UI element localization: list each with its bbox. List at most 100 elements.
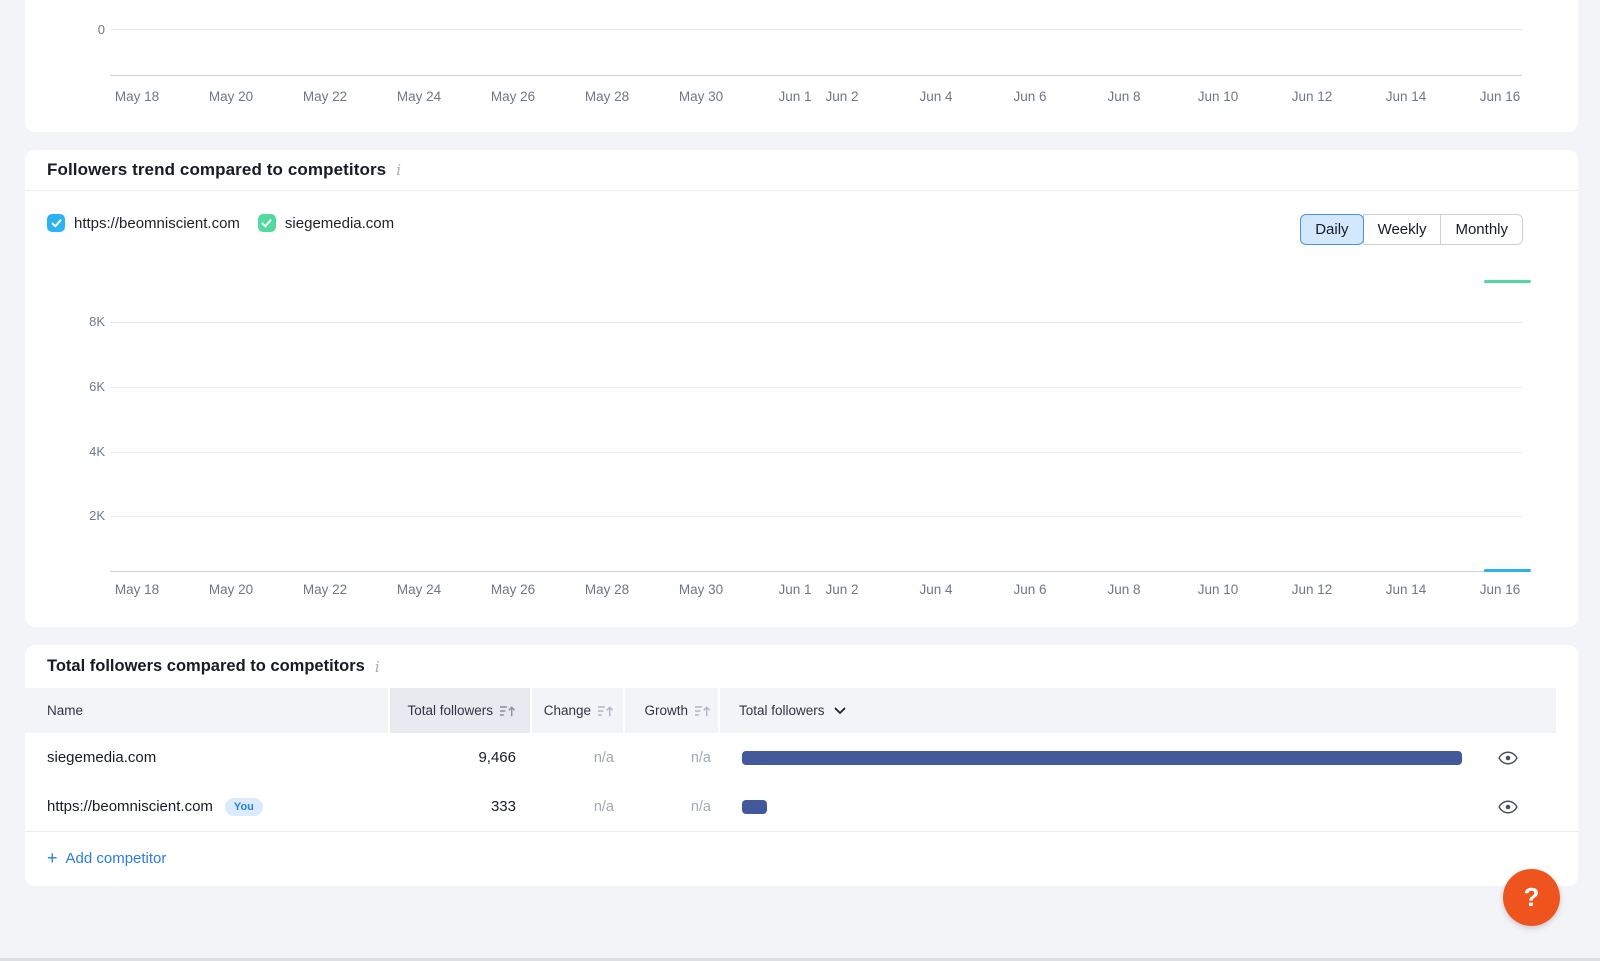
legend-item-0[interactable]: https://beomniscient.com [47, 214, 240, 232]
top-chart-card: 0 May 18 May 20 May 22 May 24 May 26 May 28 Ma… [25, 0, 1578, 132]
x-axis-tick: Jun 8 [1107, 89, 1140, 104]
x-axis-tick: Jun 4 [919, 582, 952, 597]
column-header-growth[interactable]: Growth [625, 688, 718, 733]
x-axis-tick: Jun 16 [1480, 89, 1521, 104]
y-axis-tick: 4K [43, 444, 105, 460]
trend-line-segment [1484, 280, 1531, 283]
x-axis-tick: May 24 [397, 89, 441, 104]
card-header: Total followers compared to competitors … [25, 645, 1578, 688]
total-followers-value: 333 [390, 782, 530, 831]
x-axis-tick: Jun 10 [1198, 582, 1239, 597]
x-axis-tick: May 20 [209, 89, 253, 104]
x-axis-tick: Jun 6 [1013, 582, 1046, 597]
x-axis-tick: May 28 [585, 582, 629, 597]
column-header-change[interactable]: Change [532, 688, 623, 733]
visibility-toggle-button[interactable] [1488, 782, 1528, 831]
x-axis-tick: May 18 [115, 89, 159, 104]
sort-icon [598, 704, 614, 718]
trend-line-segment [1484, 569, 1531, 572]
x-axis-tick: May 22 [303, 89, 347, 104]
competitor-name: https://beomniscient.com [47, 798, 213, 815]
info-icon[interactable]: i [396, 161, 401, 179]
y-axis-tick-zero: 0 [43, 22, 105, 38]
check-icon [51, 219, 62, 228]
granularity-toggle: DailyWeeklyMonthly [1300, 214, 1523, 245]
gridline [110, 322, 1522, 323]
x-axis-tick: May 18 [115, 582, 159, 597]
x-axis-tick: Jun 12 [1292, 582, 1333, 597]
followers-bar [742, 800, 767, 814]
x-axis-line [110, 75, 1522, 76]
x-axis-tick: Jun 14 [1386, 582, 1427, 597]
legend-label: https://beomniscient.com [74, 215, 240, 232]
chart-legend: https://beomniscient.com siegemedia.com [47, 214, 394, 232]
checkbox[interactable] [47, 214, 65, 232]
x-axis-tick: Jun 1 [778, 89, 811, 104]
you-badge: You [225, 798, 263, 816]
x-axis-tick: Jun 12 [1292, 89, 1333, 104]
followers-trend-card: Followers trend compared to competitors … [25, 150, 1578, 627]
eye-icon [1498, 751, 1518, 765]
visibility-toggle-button[interactable] [1488, 733, 1528, 782]
total-followers-card: Total followers compared to competitors … [25, 645, 1578, 886]
x-axis-tick: May 30 [679, 582, 723, 597]
x-axis-tick: Jun 6 [1013, 89, 1046, 104]
card-title: Followers trend compared to competitors [47, 160, 386, 180]
x-axis-tick: Jun 8 [1107, 582, 1140, 597]
followers-bar [742, 751, 1462, 765]
table-header-row: Name Total followers Change [25, 688, 1578, 733]
x-axis-tick: Jun 2 [825, 89, 858, 104]
x-axis-tick: Jun 10 [1198, 89, 1239, 104]
sort-icon [695, 704, 711, 718]
social-analytics-dashboard: 0 May 18 May 20 May 22 May 24 May 26 May 28 Ma… [0, 0, 1600, 961]
x-axis-tick: May 26 [491, 89, 535, 104]
x-axis-tick: May 22 [303, 582, 347, 597]
legend-item-1[interactable]: siegemedia.com [258, 214, 394, 232]
legend-label: siegemedia.com [285, 215, 394, 232]
plus-icon: + [47, 851, 58, 866]
info-icon[interactable]: i [375, 658, 380, 676]
add-competitor-row: + Add competitor [25, 831, 1578, 886]
growth-value: n/a [625, 733, 718, 782]
check-icon [261, 219, 272, 228]
eye-icon [1498, 800, 1518, 814]
x-axis-tick: May 28 [585, 89, 629, 104]
toggle-daily[interactable]: Daily [1300, 214, 1363, 245]
competitor-name: siegemedia.com [47, 749, 156, 766]
growth-value: n/a [625, 782, 718, 831]
card-title: Total followers compared to competitors [47, 657, 365, 676]
toggle-monthly[interactable]: Monthly [1440, 214, 1523, 245]
total-followers-value: 9,466 [390, 733, 530, 782]
gridline [110, 516, 1522, 517]
x-axis-line [110, 571, 1522, 572]
gridline [110, 452, 1522, 453]
table-row: https://beomniscient.com You 333 n/a n/a [25, 782, 1578, 832]
gridline [110, 29, 1522, 30]
chevron-down-icon [834, 707, 846, 715]
change-value: n/a [532, 782, 623, 831]
y-axis-tick: 8K [43, 314, 105, 330]
x-axis-tick: May 20 [209, 582, 253, 597]
add-competitor-button[interactable]: + Add competitor [47, 850, 166, 867]
checkbox[interactable] [258, 214, 276, 232]
card-header: Followers trend compared to competitors … [25, 150, 1578, 191]
column-header-name: Name [25, 688, 388, 733]
change-value: n/a [532, 733, 623, 782]
column-header-metric-select[interactable]: Total followers [720, 688, 1556, 733]
x-axis-tick: May 24 [397, 582, 441, 597]
y-axis-tick: 6K [43, 379, 105, 395]
table-row: siegemedia.com 9,466 n/a n/a [25, 733, 1578, 783]
sort-icon [500, 704, 516, 718]
x-axis-tick: Jun 2 [825, 582, 858, 597]
y-axis-tick: 2K [43, 508, 105, 524]
x-axis-tick: Jun 1 [778, 582, 811, 597]
x-axis-tick: May 30 [679, 89, 723, 104]
x-axis-tick: Jun 14 [1386, 89, 1427, 104]
x-axis-tick: Jun 16 [1480, 582, 1521, 597]
x-axis-tick: Jun 4 [919, 89, 952, 104]
help-button[interactable]: ? [1503, 869, 1560, 926]
toggle-weekly[interactable]: Weekly [1363, 214, 1442, 245]
gridline [110, 387, 1522, 388]
column-header-total-followers[interactable]: Total followers [390, 688, 530, 733]
x-axis-tick: May 26 [491, 582, 535, 597]
